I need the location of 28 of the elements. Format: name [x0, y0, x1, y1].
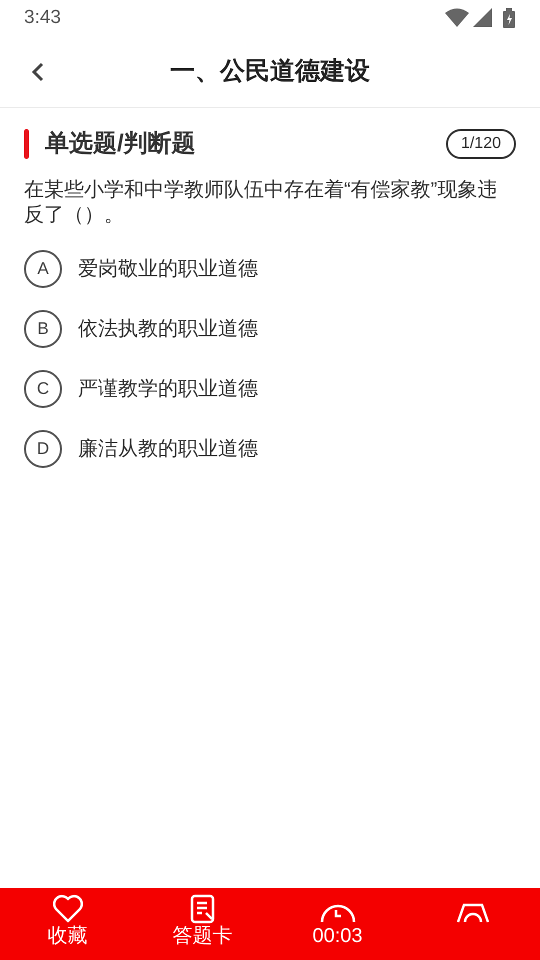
option-text: 廉洁从教的职业道德 [78, 437, 258, 462]
question-counter: 1/120 [446, 129, 516, 159]
signal-icon [473, 8, 493, 28]
page-title: 一、公民道德建设 [170, 56, 370, 87]
back-button[interactable] [30, 60, 46, 84]
option-letter: B [24, 310, 62, 348]
battery-icon [503, 8, 516, 28]
option-text: 依法执教的职业道德 [78, 317, 258, 342]
option-item[interactable]: B 依法执教的职业道德 [24, 310, 516, 348]
option-item[interactable]: A 爱岗敬业的职业道德 [24, 250, 516, 288]
option-letter: C [24, 370, 62, 408]
option-item[interactable]: C 严谨教学的职业道德 [24, 370, 516, 408]
option-text: 爱岗敬业的职业道德 [78, 257, 258, 282]
option-letter: D [24, 430, 62, 468]
question-text: 在某些小学和中学教师队伍中存在着“有偿家教”现象违反了（）。 [23, 178, 498, 228]
wifi-icon [445, 8, 469, 28]
answer-sheet-icon [190, 894, 216, 924]
bottom-tab-button[interactable]: 00:03 [270, 888, 405, 949]
heart-icon [52, 894, 84, 924]
status-time: 3:43 [24, 6, 61, 30]
bottom-tab-button[interactable]: 答题卡 [135, 888, 270, 949]
accent-bar [24, 129, 29, 159]
option-item[interactable]: D 廉洁从教的职业道德 [24, 430, 516, 468]
option-text: 严谨教学的职业道德 [78, 377, 258, 402]
option-letter: A [24, 250, 62, 288]
arch-icon [456, 902, 490, 924]
bottom-tab-button[interactable]: 收藏 [0, 888, 135, 949]
section-title: 单选题/判断题 [45, 129, 197, 159]
